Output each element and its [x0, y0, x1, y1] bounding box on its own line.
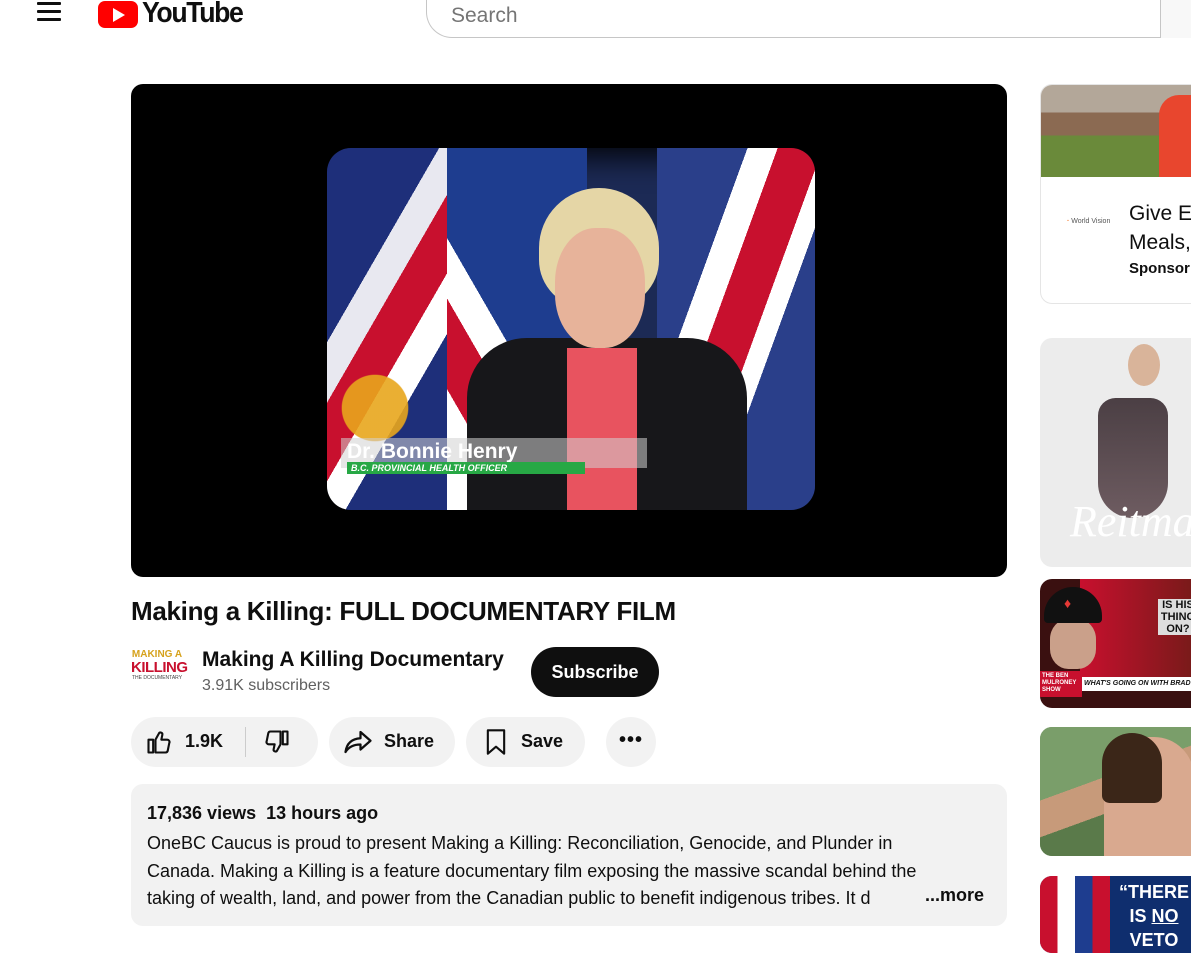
- more-icon: •••: [618, 729, 643, 751]
- ad-image: [1041, 85, 1191, 177]
- lower-third-role: B.C. PROVINCIAL HEALTH OFFICER: [347, 462, 585, 474]
- thumbnail-brand: Reitman: [1070, 497, 1191, 546]
- channel-name[interactable]: Making A Killing Documentary: [202, 648, 504, 672]
- video-title: Making a Killing: FULL DOCUMENTARY FILM: [131, 596, 676, 626]
- like-dislike-group: 1.9K: [131, 717, 318, 767]
- save-button[interactable]: Save: [466, 717, 585, 767]
- show-more-link[interactable]: ...more: [922, 885, 985, 906]
- ad-title: Give E Meals,: [1129, 202, 1191, 254]
- thumbs-up-icon: [147, 731, 171, 754]
- thumbs-down-icon: [265, 730, 289, 753]
- search-box: [426, 0, 1186, 38]
- description-box[interactable]: 17,836 views 13 hours ago OneBC Caucus is…: [131, 784, 1007, 926]
- description-line: taking of wealth, land, and power from t…: [147, 888, 871, 908]
- divider: [245, 727, 246, 757]
- avatar-text: THE DOCUMENTARY: [131, 675, 183, 681]
- country-code: CA: [232, 0, 246, 3]
- share-button[interactable]: Share: [329, 717, 455, 767]
- share-icon: [344, 730, 372, 754]
- like-button[interactable]: 1.9K: [131, 717, 245, 767]
- top-bar: YouTube CA: [0, 0, 1191, 44]
- video-meta: 17,836 views 13 hours ago: [147, 803, 388, 824]
- dislike-button[interactable]: [249, 717, 317, 767]
- flag-sun: [327, 348, 447, 448]
- sponsored-ad-card[interactable]: · World Vision Give E Meals, Sponsor: [1040, 84, 1191, 304]
- ad-logo: · World Vision: [1067, 218, 1111, 225]
- search-button[interactable]: [1160, 0, 1191, 38]
- thumbnail-text: IS HIS THING ON?: [1158, 599, 1191, 635]
- recommended-thumbnail[interactable]: Reitman: [1040, 338, 1191, 567]
- description-line: Canada. Making a Killing is a feature do…: [147, 860, 917, 881]
- channel-avatar[interactable]: MAKING A KILLING THE DOCUMENTARY: [131, 650, 188, 690]
- lower-third-name: Dr. Bonnie Henry: [347, 440, 518, 463]
- maple-leaf-icon: ♦: [1064, 595, 1072, 611]
- thumbnail-text: “THERE IS NO VETO: [1118, 882, 1189, 950]
- share-label: Share: [384, 731, 435, 751]
- video-player[interactable]: Dr. Bonnie Henry B.C. PROVINCIAL HEALTH …: [131, 84, 1007, 577]
- recommended-thumbnail[interactable]: ♦ IS HIS THING ON? WHAT'S GOING ON WITH …: [1040, 579, 1191, 708]
- lower-third: Dr. Bonnie Henry B.C. PROVINCIAL HEALTH …: [341, 438, 647, 474]
- recommended-thumbnail[interactable]: “THERE IS NO VETO: [1040, 876, 1191, 953]
- menu-icon[interactable]: [34, 0, 66, 28]
- play-logo-icon: [98, 1, 138, 28]
- bookmark-icon: [486, 729, 506, 755]
- description-line: OneBC Caucus is proud to present Making …: [147, 833, 893, 853]
- sponsored-label: Sponsor: [1129, 260, 1190, 277]
- view-count: 17,836 views: [147, 803, 257, 823]
- more-actions-button[interactable]: •••: [606, 717, 656, 767]
- recommended-thumbnail[interactable]: [1040, 727, 1191, 856]
- subscriber-count: 3.91K subscribers: [202, 677, 331, 694]
- avatar-text: KILLING: [131, 659, 188, 676]
- posted-time: 13 hours ago: [266, 803, 379, 823]
- search-input[interactable]: [449, 1, 1153, 31]
- show-badge: THE BEN MULRONEY SHOW: [1040, 671, 1082, 697]
- like-count: 1.9K: [185, 731, 224, 751]
- save-label: Save: [521, 731, 564, 751]
- logo-wordmark: YouTube: [142, 0, 244, 29]
- description-text: OneBC Caucus is proud to present Making …: [147, 830, 987, 913]
- subscribe-button[interactable]: Subscribe: [531, 647, 659, 697]
- video-frame: Dr. Bonnie Henry B.C. PROVINCIAL HEALTH …: [327, 148, 815, 510]
